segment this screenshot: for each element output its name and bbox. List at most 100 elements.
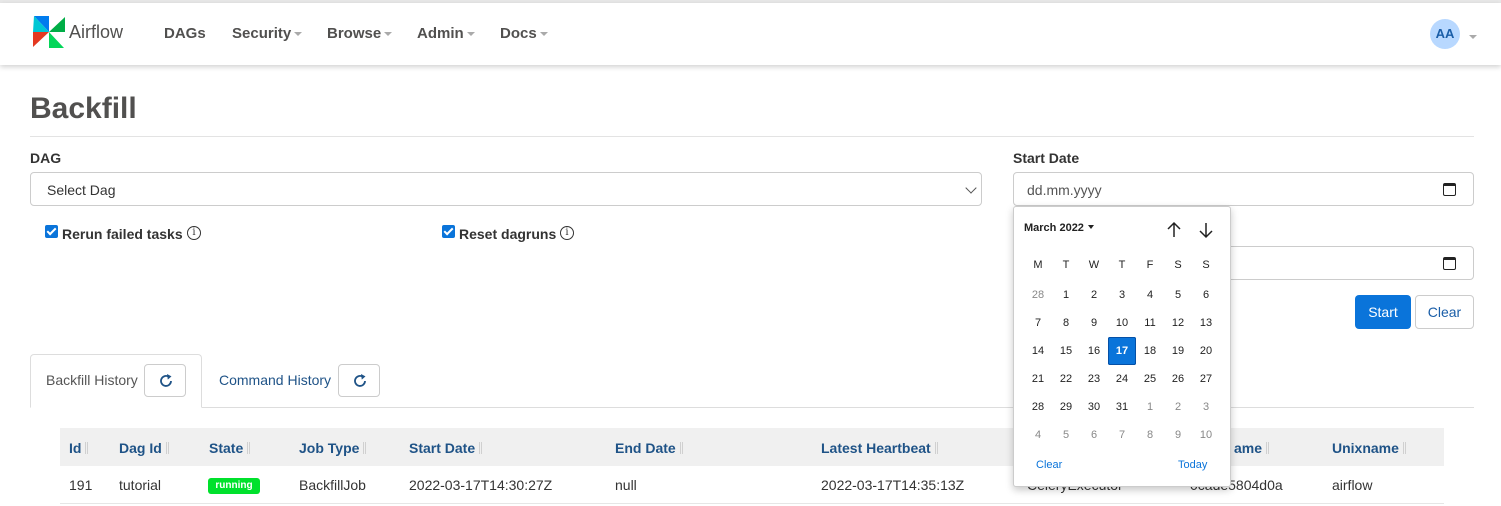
datepicker-day[interactable]: 28 — [1024, 393, 1052, 421]
arrow-up-icon[interactable] — [1166, 221, 1182, 239]
datepicker-day[interactable]: 10 — [1108, 309, 1136, 337]
start-date-input[interactable]: dd.mm.yyyy — [1013, 172, 1474, 206]
datepicker-day[interactable]: 2 — [1164, 393, 1192, 421]
datepicker-day[interactable]: 16 — [1080, 337, 1108, 365]
column-header-hostname[interactable]: ame — [1234, 440, 1270, 456]
datepicker-today-link[interactable]: Today — [1178, 459, 1207, 471]
column-header-id[interactable]: Id — [69, 440, 89, 456]
column-header-label: End Date — [615, 440, 676, 456]
datepicker-day[interactable]: 15 — [1052, 337, 1080, 365]
datepicker-day[interactable]: 24 — [1108, 365, 1136, 393]
sort-icon[interactable] — [1266, 442, 1270, 454]
info-icon[interactable]: i — [187, 226, 201, 240]
datepicker-day[interactable]: 21 — [1024, 365, 1052, 393]
datepicker-day[interactable]: 28 — [1024, 281, 1052, 309]
datepicker-day[interactable]: 23 — [1080, 365, 1108, 393]
datepicker-day[interactable]: 19 — [1164, 337, 1192, 365]
datepicker-day[interactable]: 10 — [1192, 421, 1220, 449]
reset-dagruns-label[interactable]: Reset dagruns — [459, 226, 556, 242]
datepicker-day[interactable]: 6 — [1080, 421, 1108, 449]
datepicker-day[interactable]: 1 — [1136, 393, 1164, 421]
column-header-job-type[interactable]: Job Type — [299, 440, 367, 456]
caret-down-icon — [1087, 225, 1094, 229]
airflow-logo-icon[interactable] — [30, 13, 68, 51]
datepicker-day[interactable]: 4 — [1024, 421, 1052, 449]
start-button[interactable]: Start — [1355, 295, 1411, 329]
column-header-start-date[interactable]: Start Date — [409, 440, 483, 456]
datepicker-day[interactable]: 14 — [1024, 337, 1052, 365]
sort-icon[interactable] — [934, 442, 938, 454]
datepicker-day[interactable]: 20 — [1192, 337, 1220, 365]
datepicker-day[interactable]: 3 — [1108, 281, 1136, 309]
column-header-dag-id[interactable]: Dag Id — [119, 440, 169, 456]
datepicker-day[interactable]: 5 — [1164, 281, 1192, 309]
tab-backfill-history-label[interactable]: Backfill History — [46, 372, 138, 388]
datepicker-day[interactable]: 30 — [1080, 393, 1108, 421]
datepicker-month-switch[interactable]: March 2022 — [1024, 222, 1094, 234]
cell-dag-id[interactable]: tutorial — [119, 477, 161, 493]
rerun-failed-label[interactable]: Rerun failed tasks — [62, 226, 183, 242]
datepicker-day[interactable]: 3 — [1192, 393, 1220, 421]
datepicker-day[interactable]: 2 — [1080, 281, 1108, 309]
nav-docs[interactable]: Docs — [500, 25, 548, 42]
datepicker-day[interactable]: 18 — [1136, 337, 1164, 365]
sort-icon[interactable] — [247, 442, 251, 454]
datepicker-weekday: T — [1118, 259, 1126, 271]
rerun-failed-checkbox[interactable] — [45, 225, 58, 238]
datepicker-day[interactable]: 27 — [1192, 365, 1220, 393]
datepicker-day[interactable]: 1 — [1052, 281, 1080, 309]
user-menu-caret-icon[interactable] — [1469, 35, 1477, 39]
info-icon[interactable]: i — [560, 226, 574, 240]
datepicker-day[interactable]: 5 — [1052, 421, 1080, 449]
nav-browse[interactable]: Browse — [327, 25, 393, 42]
datepicker-day[interactable]: 7 — [1108, 421, 1136, 449]
nav-dags[interactable]: DAGs — [164, 25, 206, 42]
datepicker-day[interactable]: 8 — [1052, 309, 1080, 337]
column-header-latest-heartbeat[interactable]: Latest Heartbeat — [821, 440, 938, 456]
column-header-end-date[interactable]: End Date — [615, 440, 683, 456]
sort-icon[interactable] — [479, 442, 483, 454]
refresh-backfill-history-button[interactable] — [144, 364, 186, 397]
user-avatar[interactable]: AA — [1430, 19, 1460, 49]
sort-icon[interactable] — [363, 442, 367, 454]
arrow-down-icon[interactable] — [1198, 221, 1214, 239]
datepicker-day[interactable]: 9 — [1164, 421, 1192, 449]
reset-dagruns-checkbox[interactable] — [442, 225, 455, 238]
calendar-icon[interactable] — [1443, 183, 1456, 196]
calendar-icon[interactable] — [1443, 257, 1456, 270]
datepicker-day[interactable]: 9 — [1080, 309, 1108, 337]
caret-down-icon — [466, 32, 475, 37]
datepicker-day[interactable]: 8 — [1136, 421, 1164, 449]
datepicker-day[interactable]: 22 — [1052, 365, 1080, 393]
datepicker-clear-link[interactable]: Clear — [1036, 459, 1062, 471]
datepicker-day[interactable]: 12 — [1164, 309, 1192, 337]
refresh-command-history-button[interactable] — [338, 364, 380, 397]
sort-icon[interactable] — [165, 442, 169, 454]
dag-select[interactable]: Select Dag — [30, 172, 982, 206]
datepicker-day[interactable]: 4 — [1136, 281, 1164, 309]
clear-button[interactable]: Clear — [1415, 295, 1474, 329]
nav-security[interactable]: Security — [232, 25, 303, 42]
column-header-label: Job Type — [299, 440, 360, 456]
column-header-unixname[interactable]: Unixname — [1332, 440, 1406, 456]
end-date-input[interactable] — [1200, 246, 1474, 280]
column-header-state[interactable]: State — [209, 440, 251, 456]
cell-end-date: null — [615, 477, 637, 493]
brand-name[interactable]: Airflow — [69, 22, 123, 43]
datepicker-day[interactable]: 26 — [1164, 365, 1192, 393]
sort-icon[interactable] — [679, 442, 683, 454]
datepicker-day[interactable]: 6 — [1192, 281, 1220, 309]
datepicker-day[interactable]: 29 — [1052, 393, 1080, 421]
datepicker-day[interactable]: 13 — [1192, 309, 1220, 337]
datepicker-day[interactable]: 25 — [1136, 365, 1164, 393]
tab-command-history[interactable]: Command History — [219, 372, 331, 388]
nav-admin[interactable]: Admin — [417, 25, 475, 42]
datepicker-day[interactable]: 31 — [1108, 393, 1136, 421]
datepicker-day-selected[interactable]: 17 — [1108, 337, 1136, 365]
datepicker-day[interactable]: 11 — [1136, 309, 1164, 337]
sort-icon[interactable] — [1402, 442, 1406, 454]
cell-id[interactable]: 191 — [69, 477, 92, 493]
datepicker-day[interactable]: 7 — [1024, 309, 1052, 337]
sort-icon[interactable] — [85, 442, 89, 454]
start-date-label: Start Date — [1013, 150, 1080, 166]
